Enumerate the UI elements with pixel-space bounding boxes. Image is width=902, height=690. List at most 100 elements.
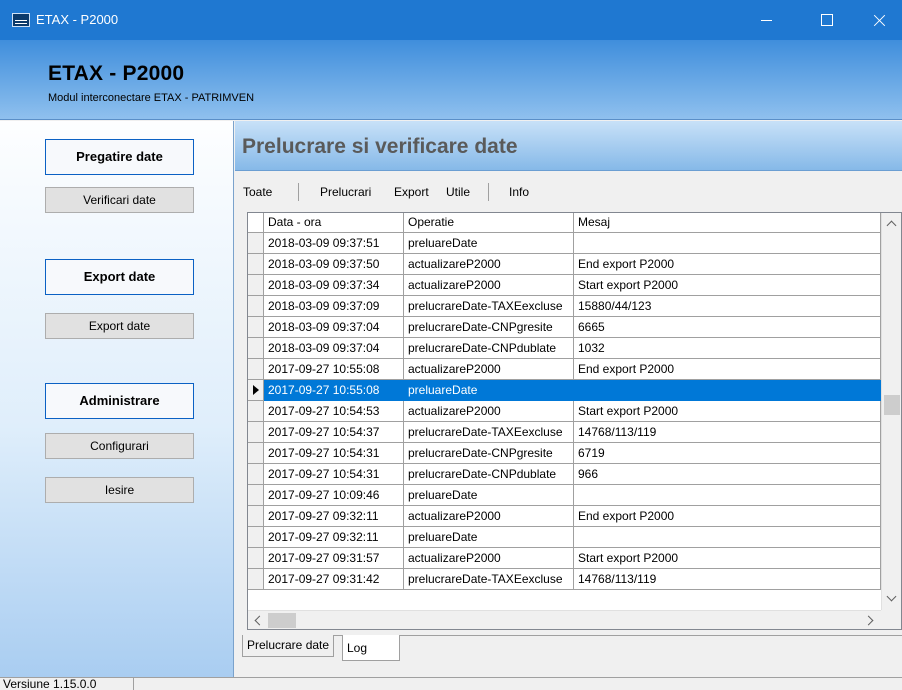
administrare-button[interactable]: Administrare — [45, 383, 194, 419]
cell-data-ora[interactable]: 2017-09-27 10:55:08 — [264, 359, 404, 380]
vertical-scrollbar[interactable] — [881, 213, 901, 610]
table-row[interactable]: 2017-09-27 09:32:11 actualizareP2000 End e… — [248, 506, 881, 527]
table-row[interactable]: 2018-03-09 09:37:50 actualizareP2000 End e… — [248, 254, 881, 275]
cell-mesaj[interactable]: 1032 — [574, 338, 881, 359]
row-header[interactable] — [248, 380, 264, 401]
cell-data-ora[interactable]: 2017-09-27 10:54:31 — [264, 464, 404, 485]
cell-mesaj[interactable]: 15880/44/123 — [574, 296, 881, 317]
cell-mesaj[interactable]: Start export P2000 — [574, 548, 881, 569]
cell-data-ora[interactable]: 2017-09-27 09:31:42 — [264, 569, 404, 590]
table-row[interactable]: 2018-03-09 09:37:51 preluareDate — [248, 233, 881, 254]
cell-data-ora[interactable]: 2018-03-09 09:37:51 — [264, 233, 404, 254]
table-row[interactable]: 2018-03-09 09:37:04 prelucrareDate-CNPdub… — [248, 338, 881, 359]
cell-mesaj[interactable] — [574, 233, 881, 254]
cell-operatie[interactable]: prelucrareDate-CNPdublate — [404, 338, 574, 359]
table-row[interactable]: 2018-03-09 09:37:09 prelucrareDate-TAXEex… — [248, 296, 881, 317]
cell-operatie[interactable]: prelucrareDate-TAXEexcluse — [404, 296, 574, 317]
cell-operatie[interactable]: preluareDate — [404, 485, 574, 506]
close-button[interactable] — [856, 0, 902, 40]
cell-mesaj[interactable]: 6665 — [574, 317, 881, 338]
log-grid[interactable]: Data - ora Operatie Mesaj 2018-03-09 09:… — [247, 212, 902, 630]
cell-data-ora[interactable]: 2018-03-09 09:37:50 — [264, 254, 404, 275]
tab-prelucrare-date[interactable]: Prelucrare date — [242, 635, 335, 657]
vertical-scroll-thumb[interactable] — [884, 395, 900, 415]
row-header[interactable] — [248, 422, 264, 443]
cell-data-ora[interactable]: 2018-03-09 09:37:09 — [264, 296, 404, 317]
row-header[interactable] — [248, 275, 264, 296]
cell-operatie[interactable]: preluareDate — [404, 527, 574, 548]
scroll-up-icon[interactable] — [882, 213, 901, 233]
cell-operatie[interactable]: actualizareP2000 — [404, 254, 574, 275]
maximize-button[interactable] — [803, 0, 849, 40]
row-header[interactable] — [248, 485, 264, 506]
table-row[interactable]: 2017-09-27 10:54:37 prelucrareDate-TAXEex… — [248, 422, 881, 443]
row-header[interactable] — [248, 464, 264, 485]
cell-data-ora[interactable]: 2018-03-09 09:37:04 — [264, 338, 404, 359]
cell-data-ora[interactable]: 2017-09-27 09:32:11 — [264, 506, 404, 527]
export-date-button[interactable]: Export date — [45, 313, 194, 339]
tab-log[interactable]: Log — [342, 635, 400, 661]
cell-mesaj[interactable]: End export P2000 — [574, 254, 881, 275]
cell-operatie[interactable]: prelucrareDate-TAXEexcluse — [404, 422, 574, 443]
table-row[interactable]: 2017-09-27 09:32:11 preluareDate — [248, 527, 881, 548]
table-row[interactable]: 2017-09-27 10:55:08 actualizareP2000 End e… — [248, 359, 881, 380]
cell-data-ora[interactable]: 2017-09-27 09:32:11 — [264, 527, 404, 548]
cell-mesaj[interactable]: Start export P2000 — [574, 275, 881, 296]
cell-mesaj[interactable]: End export P2000 — [574, 359, 881, 380]
cell-mesaj[interactable]: 966 — [574, 464, 881, 485]
iesire-button[interactable]: Iesire — [45, 477, 194, 503]
scroll-down-icon[interactable] — [882, 590, 901, 610]
cell-data-ora[interactable]: 2017-09-27 10:54:31 — [264, 443, 404, 464]
cell-mesaj[interactable] — [574, 527, 881, 548]
row-header[interactable] — [248, 254, 264, 275]
row-header[interactable] — [248, 569, 264, 590]
cell-data-ora[interactable]: 2017-09-27 10:54:37 — [264, 422, 404, 443]
cell-mesaj[interactable]: 14768/113/119 — [574, 569, 881, 590]
cell-operatie[interactable]: prelucrareDate-CNPgresite — [404, 443, 574, 464]
horizontal-scrollbar[interactable] — [248, 610, 881, 629]
cell-data-ora[interactable]: 2017-09-27 10:09:46 — [264, 485, 404, 506]
cell-operatie[interactable]: actualizareP2000 — [404, 275, 574, 296]
cell-operatie[interactable]: prelucrareDate-CNPdublate — [404, 464, 574, 485]
row-header[interactable] — [248, 338, 264, 359]
table-row[interactable]: 2017-09-27 10:54:31 prelucrareDate-CNPdub… — [248, 464, 881, 485]
cell-data-ora[interactable]: 2017-09-27 10:55:08 — [264, 380, 404, 401]
cell-operatie[interactable]: preluareDate — [404, 233, 574, 254]
configurari-button[interactable]: Configurari — [45, 433, 194, 459]
cell-operatie[interactable]: actualizareP2000 — [404, 548, 574, 569]
row-header[interactable] — [248, 317, 264, 338]
cell-mesaj[interactable]: 6719 — [574, 443, 881, 464]
table-row[interactable]: 2017-09-27 10:54:53 actualizareP2000 Start… — [248, 401, 881, 422]
scroll-right-icon[interactable] — [861, 611, 881, 629]
table-row[interactable]: 2017-09-27 09:31:42 prelucrareDate-TAXEex… — [248, 569, 881, 590]
cell-operatie[interactable]: prelucrareDate-CNPgresite — [404, 317, 574, 338]
cell-operatie[interactable]: actualizareP2000 — [404, 506, 574, 527]
row-header[interactable] — [248, 506, 264, 527]
cell-operatie[interactable]: prelucrareDate-TAXEexcluse — [404, 569, 574, 590]
verificari-date-button[interactable]: Verificari date — [45, 187, 194, 213]
row-header[interactable] — [248, 548, 264, 569]
column-header-data-ora[interactable]: Data - ora — [264, 213, 404, 233]
cell-data-ora[interactable]: 2017-09-27 09:31:57 — [264, 548, 404, 569]
cell-operatie[interactable]: actualizareP2000 — [404, 359, 574, 380]
horizontal-scroll-thumb[interactable] — [268, 613, 296, 628]
row-header[interactable] — [248, 443, 264, 464]
cell-data-ora[interactable]: 2018-03-09 09:37:04 — [264, 317, 404, 338]
row-header[interactable] — [248, 359, 264, 380]
cell-operatie[interactable]: actualizareP2000 — [404, 401, 574, 422]
cell-mesaj[interactable]: End export P2000 — [574, 506, 881, 527]
cell-mesaj[interactable] — [574, 380, 881, 401]
cell-data-ora[interactable]: 2017-09-27 10:54:53 — [264, 401, 404, 422]
table-row[interactable]: 2018-03-09 09:37:34 actualizareP2000 Start… — [248, 275, 881, 296]
pregatire-date-button[interactable]: Pregatire date — [45, 139, 194, 175]
menu-toate[interactable]: Toate — [243, 185, 272, 199]
menu-info[interactable]: Info — [509, 185, 529, 199]
menu-export[interactable]: Export — [394, 185, 429, 199]
scroll-left-icon[interactable] — [248, 611, 268, 629]
menu-prelucrari[interactable]: Prelucrari — [320, 185, 371, 199]
table-row[interactable]: 2017-09-27 10:54:31 prelucrareDate-CNPgre… — [248, 443, 881, 464]
row-header[interactable] — [248, 401, 264, 422]
column-header-mesaj[interactable]: Mesaj — [574, 213, 881, 233]
row-header[interactable] — [248, 527, 264, 548]
table-row[interactable]: 2017-09-27 09:31:57 actualizareP2000 Start… — [248, 548, 881, 569]
